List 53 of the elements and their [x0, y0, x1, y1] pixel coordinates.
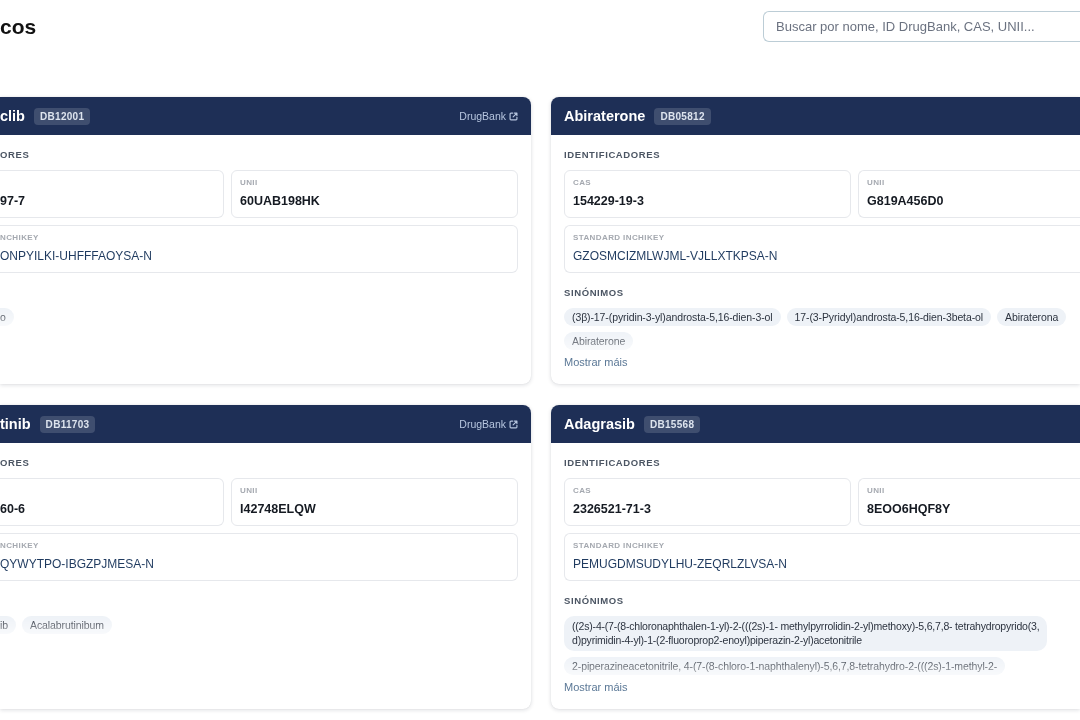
- drug-name: tinib: [0, 416, 31, 432]
- section-heading: SINÓNIMOS: [564, 595, 625, 607]
- field-label: STANDARD INCHIKEY: [573, 541, 666, 551]
- field-label: NCHIKEY: [0, 233, 40, 243]
- search-field[interactable]: Buscar por nome, ID DrugBank, CAS, UNII...: [763, 11, 1080, 42]
- page-title: cos: [0, 13, 37, 40]
- field-label: CAS: [573, 486, 593, 496]
- drugbank-id-badge: DB05812: [654, 107, 711, 125]
- section-heading: IDENTIFICADORES: [564, 149, 662, 161]
- drug-name: Adagrasib: [564, 416, 635, 432]
- synonym-tag: (3β)-17-(pyridin-3-yl)androsta-5,16-dien-3-ol: [564, 308, 781, 326]
- drugbank-link[interactable]: DrugBank: [459, 110, 518, 122]
- synonym-tag: Abiraterona: [997, 308, 1067, 326]
- field-value: 2326521-71-3: [573, 502, 652, 517]
- field-label: NCHIKEY: [0, 541, 40, 551]
- show-more-link[interactable]: Mostrar máis: [564, 681, 628, 693]
- field-label: UNII: [867, 178, 886, 188]
- external-link-icon: [509, 419, 518, 429]
- field-label: STANDARD INCHIKEY: [573, 233, 666, 243]
- section-heading: SINÓNIMOS: [564, 287, 625, 299]
- drugbank-link[interactable]: DrugBank: [459, 418, 518, 430]
- field-label: UNII: [240, 486, 259, 496]
- synonym-tag: Abiraterone: [564, 332, 634, 350]
- field-value: GZOSMCIZMLWJML-VJLLXTKPSA-N: [573, 249, 779, 264]
- synonym-tag: 2-piperazineacetonitrile, 4-(7-(8-chloro-1-naphthalenyl)-5,6,7,8-tetrahydro-2-(((2s)-1-methyl-2-: [564, 657, 1006, 675]
- external-link-icon: [509, 111, 518, 121]
- synonym-tag: ib: [0, 616, 16, 634]
- drugbank-id-badge: DB11703: [39, 415, 96, 433]
- field-label: UNII: [240, 178, 259, 188]
- field-value: PEMUGDMSUDYLHU-ZEQRLZLVSA-N: [573, 557, 788, 572]
- field-value: G819A456D0: [867, 194, 945, 209]
- synonym-tag: ((2s)-4-(7-(8-chloronaphthalen-1-yl)-2-(((2s)-1- methylpyrrolidin-2-yl)methoxy)-5,6,7,8- tetrahydropyrido(3, d)pyrimidin-4-yl)-1-(2-fluoroprop2-enoyl)piperazin-2-yl)acetonitrile: [564, 616, 1048, 651]
- field-value: 60-6: [0, 502, 27, 517]
- field-label: UNII: [867, 486, 886, 496]
- field-value: 154229-19-3: [573, 194, 645, 209]
- field-value: QYWYTPO-IBGZPJMESA-N: [0, 557, 155, 572]
- drug-name: clib: [0, 108, 25, 124]
- drugbank-id-badge: DB12001: [34, 107, 91, 125]
- section-heading: ORES: [0, 149, 31, 161]
- synonym-tag: 17-(3-Pyridyl)androsta-5,16-dien-3beta-ol: [786, 308, 992, 326]
- drugbank-id-badge: DB15568: [643, 415, 701, 433]
- field-label: CAS: [573, 178, 593, 188]
- field-value: ONPYILKI-UHFFFAOYSA-N: [0, 249, 154, 264]
- synonym-tag: Acalabrutinibum: [22, 616, 112, 634]
- show-more-link[interactable]: Mostrar máis: [564, 356, 628, 368]
- field-value: 97-7: [0, 194, 27, 209]
- drug-name: Abiraterone: [564, 108, 646, 124]
- synonym-tag: o: [0, 308, 14, 326]
- field-value: 60UAB198HK: [240, 194, 321, 209]
- field-value: 8EOO6HQF8Y: [867, 502, 952, 517]
- section-heading: IDENTIFICADORES: [564, 457, 662, 469]
- section-heading: ORES: [0, 457, 31, 469]
- field-value: I42748ELQW: [240, 502, 317, 517]
